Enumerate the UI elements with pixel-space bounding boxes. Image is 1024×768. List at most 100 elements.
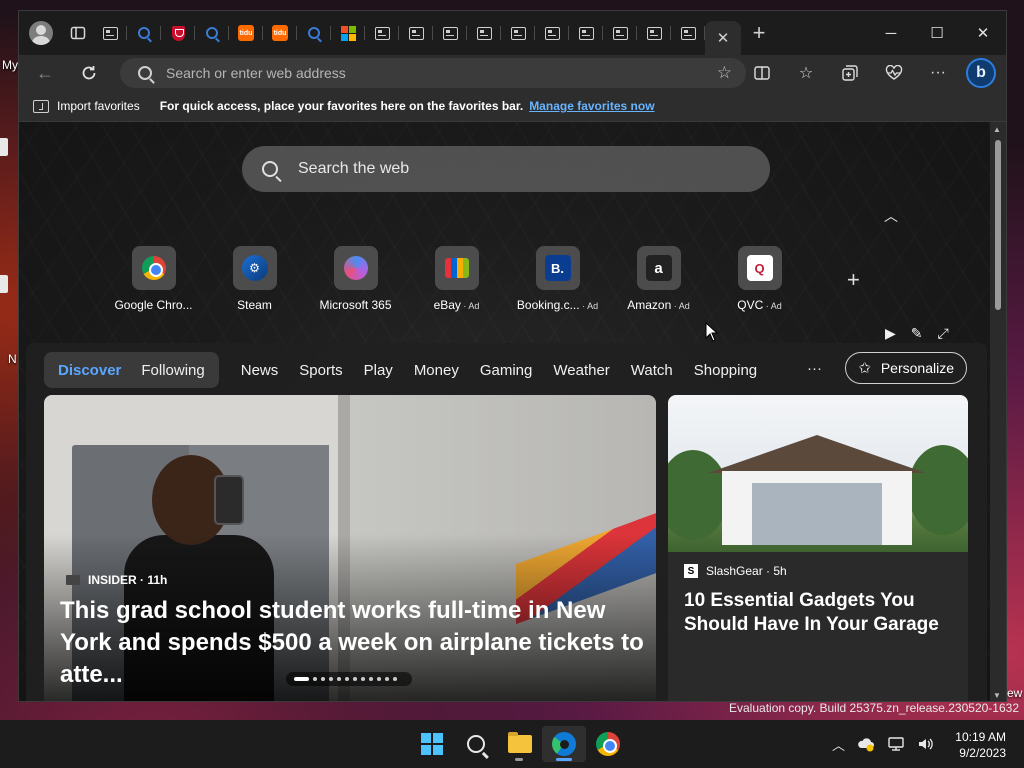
scrollbar-thumb[interactable] bbox=[995, 140, 1001, 310]
quick-link[interactable]: Microsoft 365 bbox=[305, 246, 406, 312]
new-tab-button[interactable]: + bbox=[741, 18, 777, 48]
browser-tab[interactable] bbox=[93, 18, 127, 48]
scroll-down-icon[interactable]: ▼ bbox=[993, 691, 1001, 700]
category-sports[interactable]: Sports bbox=[299, 362, 342, 379]
quick-link[interactable]: Google Chro... bbox=[103, 246, 204, 312]
expand-icon[interactable]: ⤢ bbox=[938, 325, 949, 342]
quick-link-tile[interactable]: ⚙ bbox=[232, 246, 277, 290]
bing-chat-icon[interactable]: b bbox=[966, 58, 996, 88]
import-favorites-button[interactable]: Import favorites bbox=[57, 99, 140, 113]
carousel-dot[interactable] bbox=[361, 677, 365, 681]
maximize-icon[interactable]: ☐ bbox=[914, 11, 960, 55]
browser-tab[interactable] bbox=[501, 18, 535, 48]
browser-tab[interactable] bbox=[671, 18, 705, 48]
quick-link[interactable]: ⚙ Steam bbox=[204, 246, 305, 312]
volume-icon[interactable] bbox=[917, 736, 935, 752]
tab-following[interactable]: Following bbox=[131, 356, 214, 384]
article-card[interactable]: S SlashGear · 5h 10 Essential Gadgets Yo… bbox=[668, 395, 968, 701]
browser-tab[interactable] bbox=[331, 18, 365, 48]
add-favorite-star-icon[interactable]: ☆ bbox=[717, 63, 732, 83]
category-money[interactable]: Money bbox=[414, 362, 459, 379]
profile-avatar-icon[interactable] bbox=[29, 21, 53, 45]
quick-link[interactable]: eBay · Ad bbox=[406, 246, 507, 312]
browser-tab[interactable] bbox=[127, 18, 161, 48]
category-play[interactable]: Play bbox=[364, 362, 393, 379]
chevron-up-icon[interactable]: ︿ bbox=[884, 206, 898, 226]
edit-background-icon[interactable]: ✎ bbox=[911, 325, 923, 342]
quick-link[interactable]: B. Booking.c... · Ad bbox=[507, 246, 608, 312]
quick-link-tile[interactable] bbox=[333, 246, 378, 290]
carousel-indicator[interactable] bbox=[286, 672, 412, 686]
carousel-dot[interactable] bbox=[385, 677, 389, 681]
search-icon[interactable] bbox=[454, 726, 498, 762]
favorites-icon[interactable]: ☆ bbox=[784, 57, 828, 89]
browser-tab[interactable] bbox=[365, 18, 399, 48]
address-bar[interactable]: Search or enter web address ☆ bbox=[120, 58, 746, 88]
carousel-dot[interactable] bbox=[321, 677, 325, 681]
browser-tab[interactable] bbox=[399, 18, 433, 48]
onedrive-warning-icon[interactable] bbox=[857, 736, 875, 752]
edge-icon[interactable] bbox=[542, 726, 586, 762]
scroll-up-icon[interactable]: ▲ bbox=[993, 125, 1001, 134]
article-headline[interactable]: 10 Essential Gadgets You Should Have In … bbox=[684, 589, 956, 637]
split-screen-icon[interactable] bbox=[740, 57, 784, 89]
carousel-dot[interactable] bbox=[369, 677, 373, 681]
browser-tab[interactable] bbox=[569, 18, 603, 48]
category-watch[interactable]: Watch bbox=[631, 362, 673, 379]
active-tab-close-icon[interactable]: ✕ bbox=[705, 21, 741, 55]
back-icon[interactable]: ← bbox=[27, 57, 63, 89]
desktop-icon[interactable] bbox=[0, 275, 8, 293]
more-options-icon[interactable]: ··· bbox=[916, 57, 960, 89]
page-scrollbar[interactable]: ▲ ▼ bbox=[990, 122, 1006, 701]
quick-link-label[interactable]: Amazon · Ad bbox=[627, 298, 690, 312]
play-icon[interactable]: ▶ bbox=[885, 325, 896, 342]
carousel-dot[interactable] bbox=[377, 677, 381, 681]
browser-tab[interactable] bbox=[297, 18, 331, 48]
web-search-box[interactable]: Search the web bbox=[242, 146, 770, 192]
add-quick-link-icon[interactable]: + bbox=[847, 267, 860, 293]
collections-icon[interactable] bbox=[828, 57, 872, 89]
carousel-dot[interactable] bbox=[294, 677, 309, 681]
browser-tab[interactable] bbox=[637, 18, 671, 48]
tab-actions-icon[interactable] bbox=[63, 18, 93, 48]
minimize-icon[interactable]: ─ bbox=[868, 11, 914, 55]
quick-link-label[interactable]: QVC · Ad bbox=[737, 298, 782, 312]
carousel-dot[interactable] bbox=[345, 677, 349, 681]
quick-link-label[interactable]: Booking.c... · Ad bbox=[517, 298, 598, 312]
start-icon[interactable] bbox=[410, 726, 454, 762]
quick-link-tile[interactable] bbox=[434, 246, 479, 290]
close-window-icon[interactable]: ✕ bbox=[960, 11, 1006, 55]
category-gaming[interactable]: Gaming bbox=[480, 362, 533, 379]
browser-tab[interactable]: tidu bbox=[229, 18, 263, 48]
desktop-icon-label[interactable]: N bbox=[8, 352, 17, 366]
more-categories-icon[interactable]: ··· bbox=[807, 360, 822, 377]
desktop-icon-label[interactable]: ew bbox=[1007, 686, 1022, 700]
browser-tab[interactable] bbox=[467, 18, 501, 48]
quick-link[interactable]: a Amazon · Ad bbox=[608, 246, 709, 312]
browser-tab[interactable] bbox=[195, 18, 229, 48]
chrome-icon[interactable] bbox=[586, 726, 630, 762]
browser-tab[interactable]: tidu bbox=[263, 18, 297, 48]
refresh-icon[interactable] bbox=[71, 57, 107, 89]
browser-essentials-icon[interactable] bbox=[872, 57, 916, 89]
show-hidden-icons-chevron-icon[interactable]: ︿ bbox=[832, 735, 845, 754]
quick-link-tile[interactable]: B. bbox=[535, 246, 580, 290]
quick-link-label[interactable]: Google Chro... bbox=[114, 298, 192, 312]
address-input[interactable]: Search or enter web address bbox=[166, 65, 346, 81]
quick-link-label[interactable]: Microsoft 365 bbox=[319, 298, 391, 312]
hero-article-card[interactable]: INSIDER · 11h This grad school student w… bbox=[44, 395, 656, 701]
quick-link-label[interactable]: eBay · Ad bbox=[434, 298, 480, 312]
web-search-input[interactable]: Search the web bbox=[298, 160, 409, 178]
network-icon[interactable] bbox=[887, 736, 905, 752]
quick-link[interactable]: Q QVC · Ad bbox=[709, 246, 810, 312]
carousel-dot[interactable] bbox=[353, 677, 357, 681]
desktop-icon[interactable] bbox=[0, 138, 8, 156]
carousel-dot[interactable] bbox=[337, 677, 341, 681]
browser-tab[interactable] bbox=[161, 18, 195, 48]
desktop-icon-label[interactable]: My bbox=[2, 58, 18, 72]
browser-tab[interactable] bbox=[433, 18, 467, 48]
category-shopping[interactable]: Shopping bbox=[694, 362, 757, 379]
manage-favorites-link[interactable]: Manage favorites now bbox=[529, 99, 654, 113]
file-explorer-icon[interactable] bbox=[498, 726, 542, 762]
quick-link-tile[interactable]: a bbox=[636, 246, 681, 290]
